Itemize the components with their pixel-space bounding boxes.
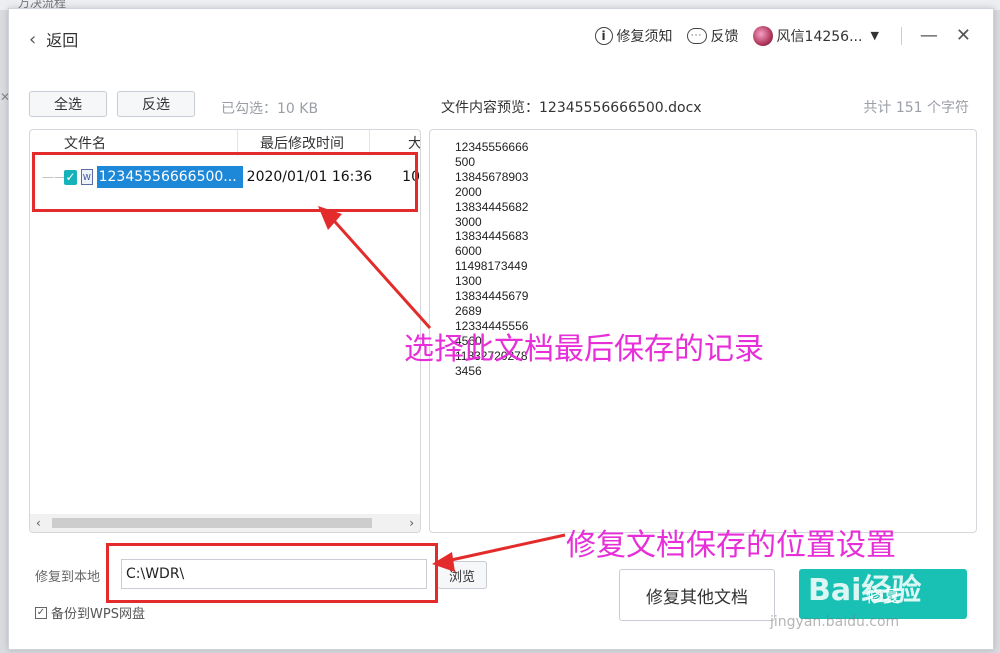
annotation-text-path: 修复文档保存的位置设置: [566, 528, 896, 563]
annotation-text-record: 选择此文档最后保存的记录: [404, 332, 764, 367]
annotation-arrow-path: [441, 533, 566, 564]
arrowhead-path: [432, 552, 455, 572]
baidu-watermark-url: jingyan.baidu.com: [770, 614, 900, 630]
annotation-arrow-record: [326, 212, 432, 330]
baidu-watermark-logo: Bai经验: [808, 573, 922, 608]
